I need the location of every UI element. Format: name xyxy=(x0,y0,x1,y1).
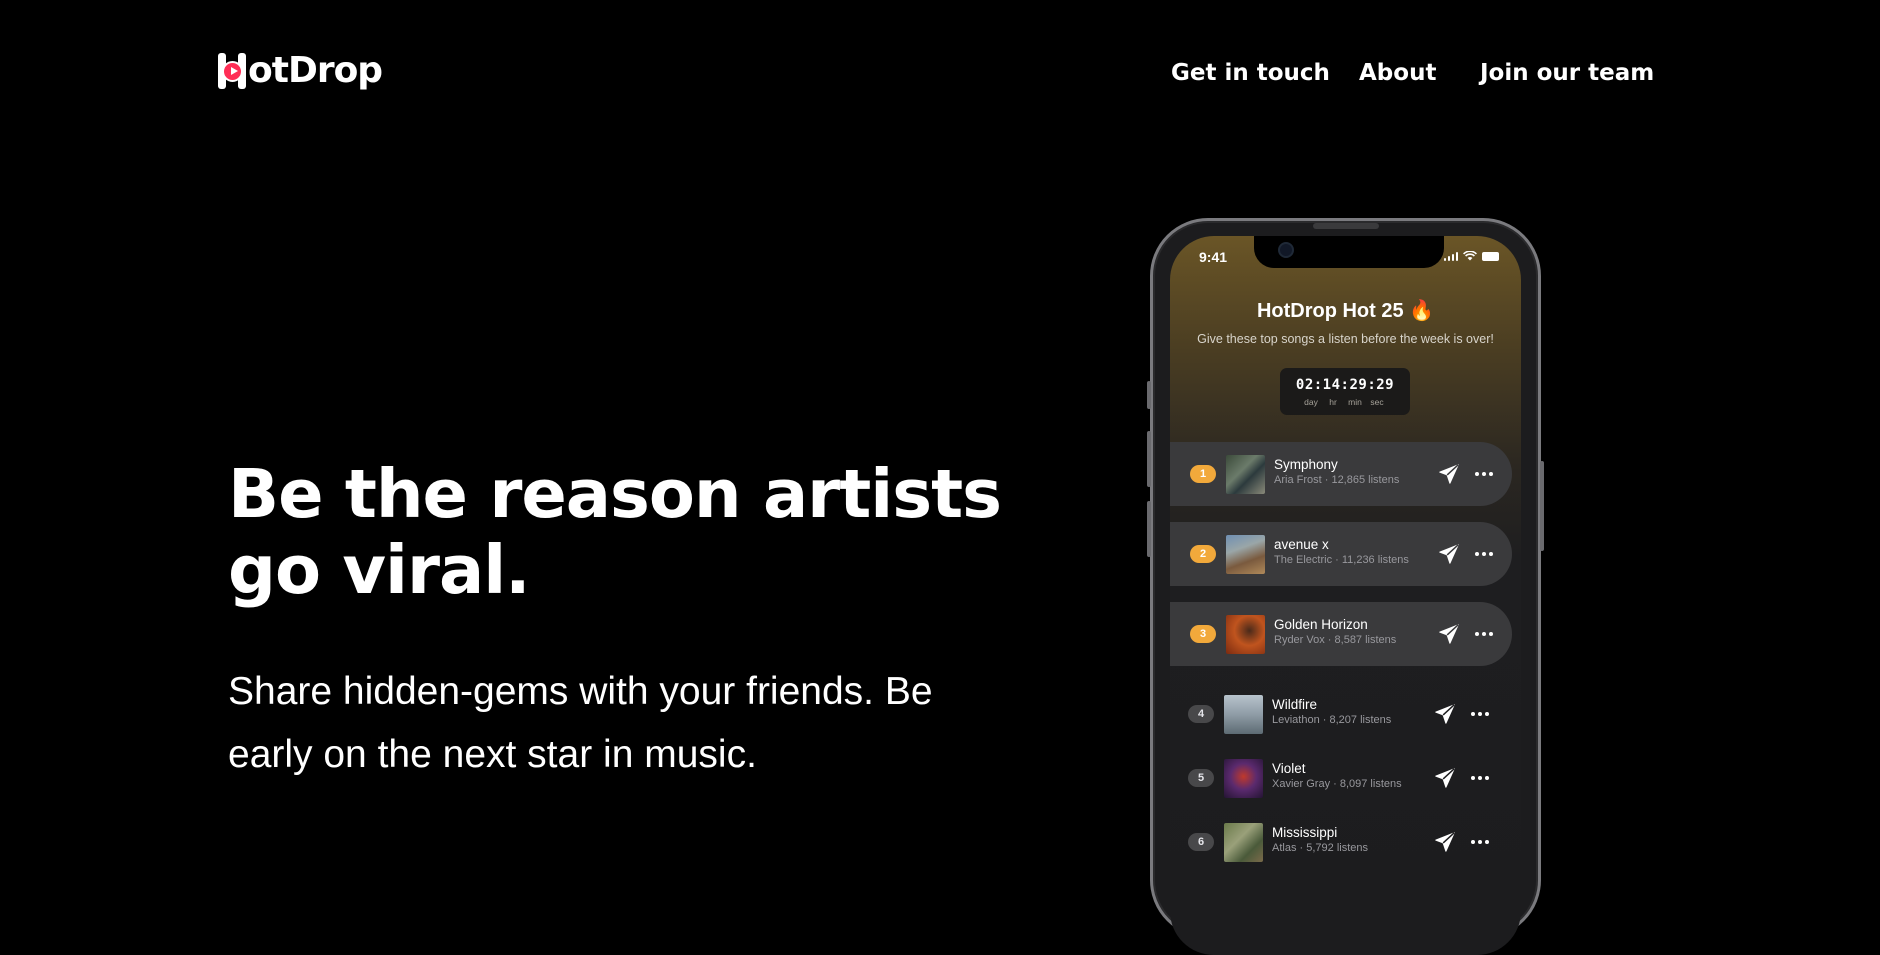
rank-badge: 6 xyxy=(1188,833,1214,851)
send-icon[interactable] xyxy=(1438,543,1460,565)
rank-badge: 5 xyxy=(1188,769,1214,787)
album-art xyxy=(1226,614,1265,654)
track-row[interactable]: 5 Violet Xavier Gray · 8,097 listens xyxy=(1170,746,1512,810)
phone-silent-switch xyxy=(1147,381,1151,409)
track-artist-listens: Aria Frost · 12,865 listens xyxy=(1274,474,1400,486)
countdown-value: 02:14:29:29 xyxy=(1295,377,1395,393)
album-art xyxy=(1224,758,1263,798)
hero-subtitle: Share hidden-gems with your friends. Be … xyxy=(228,670,933,776)
track-artist-listens: The Electric · 11,236 listens xyxy=(1274,554,1409,566)
send-icon[interactable] xyxy=(1434,703,1456,725)
rank-badge: 4 xyxy=(1188,705,1214,723)
rank-badge: 1 xyxy=(1190,465,1216,483)
track-artist-listens: Xavier Gray · 8,097 listens xyxy=(1272,778,1402,790)
rank-badge: 3 xyxy=(1190,625,1216,643)
track-row[interactable]: 2 avenue x The Electric · 11,236 listens xyxy=(1170,522,1512,586)
status-time: 9:41 xyxy=(1199,249,1228,265)
status-icons xyxy=(1443,251,1499,261)
send-icon[interactable] xyxy=(1438,463,1460,485)
phone-volume-up xyxy=(1147,431,1151,487)
track-title: Symphony xyxy=(1274,457,1338,472)
phone-power-button xyxy=(1540,461,1544,551)
track-title: avenue x xyxy=(1274,537,1329,552)
countdown-label-sec: sec xyxy=(1370,397,1384,407)
more-options-icon[interactable] xyxy=(1474,624,1494,644)
phone-speaker xyxy=(1313,223,1379,229)
countdown-timer: 02:14:29:29 day hr min sec xyxy=(1280,368,1410,415)
nav-get-in-touch[interactable]: Get in touch xyxy=(1171,60,1330,86)
phone-notch xyxy=(1254,236,1444,268)
countdown-label-day: day xyxy=(1304,397,1318,407)
track-artist-listens: Leviathon · 8,207 listens xyxy=(1272,714,1392,726)
track-row[interactable]: 1 Symphony Aria Frost · 12,865 listens xyxy=(1170,442,1512,506)
countdown-label-min: min xyxy=(1348,397,1362,407)
phone-screen: 9:41 HotDrop Hot 25 🔥 Give these top son… xyxy=(1170,236,1521,955)
rank-badge: 2 xyxy=(1190,545,1216,563)
more-options-icon[interactable] xyxy=(1470,768,1490,788)
nav-join-our-team[interactable]: Join our team xyxy=(1480,60,1654,86)
send-icon[interactable] xyxy=(1434,767,1456,789)
track-title: Wildfire xyxy=(1272,697,1318,712)
album-art xyxy=(1226,534,1265,574)
album-art xyxy=(1224,822,1263,862)
top-nav: Get in touch About Join our team xyxy=(0,60,1880,94)
track-row[interactable]: 6 Mississippi Atlas · 5,792 listens xyxy=(1170,810,1512,874)
track-title: Violet xyxy=(1272,761,1306,776)
more-options-icon[interactable] xyxy=(1470,704,1490,724)
track-artist-listens: Ryder Vox · 8,587 listens xyxy=(1274,634,1397,646)
chart-subtitle: Give these top songs a listen before the… xyxy=(1197,332,1494,346)
album-art xyxy=(1224,694,1263,734)
countdown-labels: day hr min sec xyxy=(1300,397,1388,407)
track-row[interactable]: 4 Wildfire Leviathon · 8,207 listens xyxy=(1170,682,1512,746)
more-options-icon[interactable] xyxy=(1470,832,1490,852)
phone-volume-down xyxy=(1147,501,1151,557)
camera-icon xyxy=(1278,242,1294,258)
chart-title: HotDrop Hot 25 🔥 xyxy=(1256,300,1435,322)
send-icon[interactable] xyxy=(1434,831,1456,853)
more-options-icon[interactable] xyxy=(1474,544,1494,564)
battery-icon xyxy=(1482,251,1499,261)
track-title: Golden Horizon xyxy=(1274,617,1368,632)
wifi-icon xyxy=(1463,251,1477,261)
countdown-label-hr: hr xyxy=(1329,397,1337,407)
track-artist-listens: Atlas · 5,792 listens xyxy=(1272,842,1368,854)
more-options-icon[interactable] xyxy=(1474,464,1494,484)
track-title: Mississippi xyxy=(1272,825,1338,840)
signal-icon xyxy=(1443,251,1458,261)
hero-title: Be the reason artists go viral. xyxy=(228,455,1002,609)
track-row[interactable]: 3 Golden Horizon Ryder Vox · 8,587 liste… xyxy=(1170,602,1512,666)
send-icon[interactable] xyxy=(1438,623,1460,645)
phone-mockup: 9:41 HotDrop Hot 25 🔥 Give these top son… xyxy=(1147,218,1544,955)
nav-about[interactable]: About xyxy=(1359,60,1436,86)
album-art xyxy=(1226,454,1265,494)
